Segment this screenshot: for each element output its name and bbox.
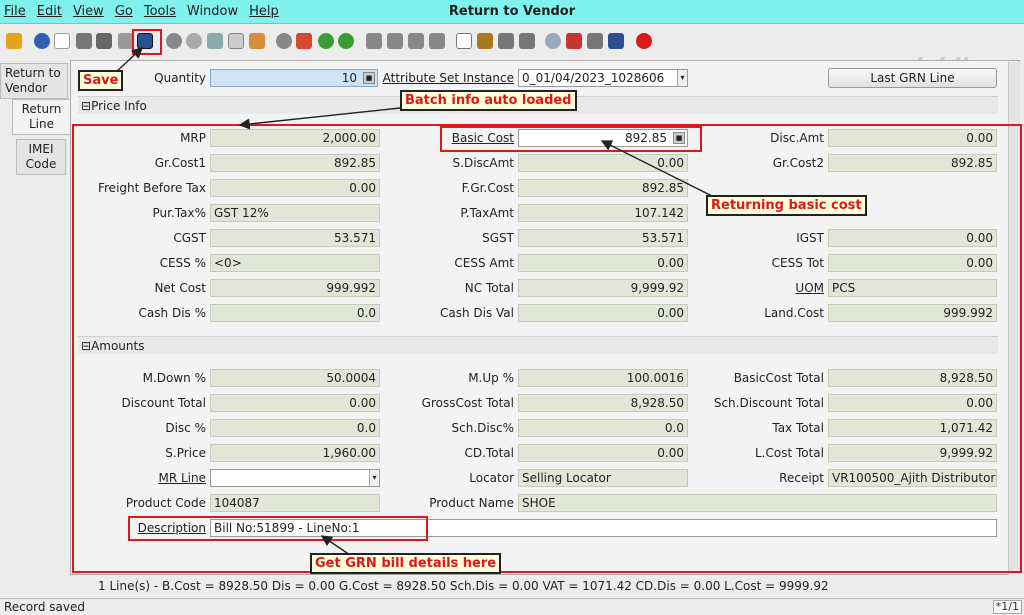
basic-cost-arrow (600, 140, 713, 197)
save-arrow (115, 47, 144, 73)
batch-arrow (238, 107, 401, 130)
basic-cost-callout: Returning basic cost (706, 195, 867, 216)
save-callout: Save (78, 70, 124, 91)
grn-callout: Get GRN bill details here (310, 553, 502, 574)
batch-info-callout: Batch info auto loaded (400, 90, 577, 111)
